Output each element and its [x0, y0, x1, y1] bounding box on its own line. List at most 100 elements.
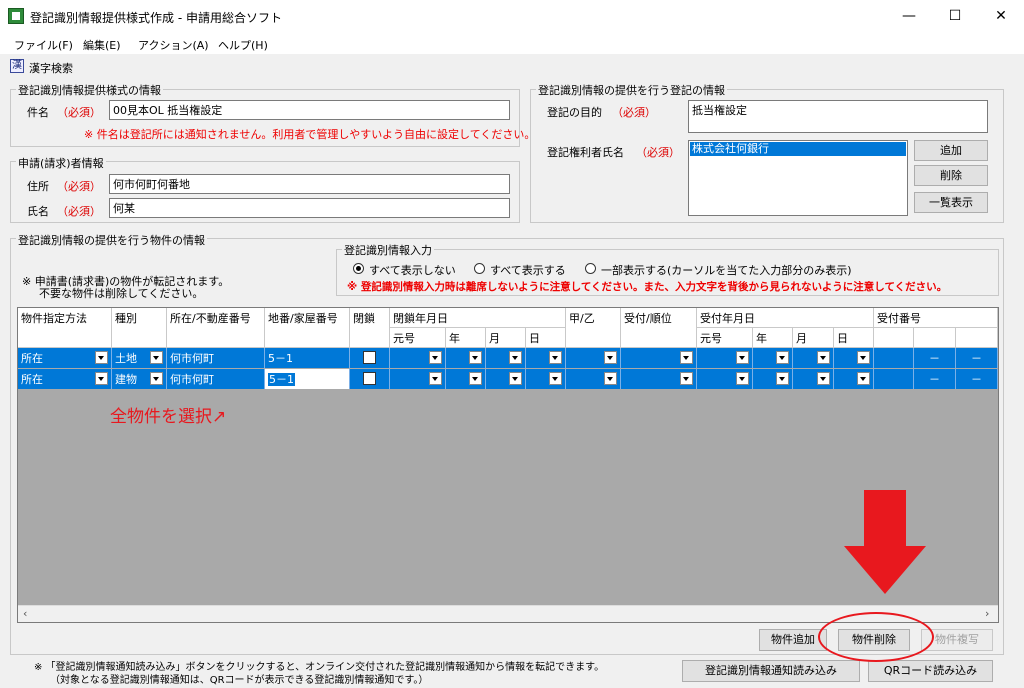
- row2-location[interactable]: 何市何町: [167, 369, 265, 389]
- input-options-title: 登記識別情報入力: [342, 242, 434, 258]
- radio-all-hide-label[interactable]: すべて表示しない: [369, 262, 456, 278]
- red-highlight-circle: [818, 612, 934, 662]
- row2-r-era-dropdown-icon[interactable]: [736, 372, 749, 385]
- row2-r-year-dropdown-icon[interactable]: [776, 372, 789, 385]
- col-receipt-date-header[interactable]: 受付年月日: [697, 308, 874, 328]
- col-lot-header[interactable]: 地番/家屋番号: [265, 308, 350, 348]
- footer-note-2: （対象となる登記識別情報通知は、QRコードが表示できる登記識別情報通知です。）: [50, 675, 429, 686]
- col-era-header[interactable]: 元号: [390, 328, 446, 348]
- col-closed-date-header[interactable]: 閉鎖年月日: [390, 308, 566, 328]
- row2-month-dropdown-icon[interactable]: [509, 372, 522, 385]
- row2-receipt-no-3[interactable]: －: [956, 369, 998, 389]
- col-kou-otsu-header[interactable]: 甲/乙: [566, 308, 621, 348]
- col-receipt-no-sub-3: [956, 328, 998, 348]
- menu-edit[interactable]: 編集(E): [83, 37, 121, 53]
- subject-field[interactable]: 00見本OL 抵当権設定: [109, 100, 510, 120]
- name-label: 氏名: [27, 205, 49, 218]
- row2-receipt-no-1[interactable]: [874, 369, 914, 389]
- row1-receipt-no-1[interactable]: [874, 348, 914, 368]
- row2-r-month-dropdown-icon[interactable]: [817, 372, 830, 385]
- add-property-button[interactable]: 物件追加: [759, 629, 827, 651]
- row1-r-month-dropdown-icon[interactable]: [817, 351, 830, 364]
- row1-era-dropdown-icon[interactable]: [429, 351, 442, 364]
- row1-lot[interactable]: 5－1: [265, 348, 350, 368]
- col-type-header[interactable]: 種別: [112, 308, 167, 348]
- holder-list[interactable]: 株式会社何銀行: [688, 140, 908, 216]
- holder-list-item[interactable]: 株式会社何銀行: [690, 142, 906, 156]
- row2-order-dropdown-icon[interactable]: [680, 372, 693, 385]
- row1-method-dropdown-icon[interactable]: [95, 351, 108, 364]
- holder-delete-button[interactable]: 削除: [914, 165, 988, 186]
- row1-order-dropdown-icon[interactable]: [680, 351, 693, 364]
- col-location-header[interactable]: 所在/不動産番号: [167, 308, 265, 348]
- row1-receipt-no-2[interactable]: －: [914, 348, 956, 368]
- read-notice-button[interactable]: 登記識別情報通知読み込み: [682, 660, 860, 682]
- radio-partial[interactable]: [585, 263, 596, 274]
- row2-receipt-no-2[interactable]: －: [914, 369, 956, 389]
- row1-closed-checkbox[interactable]: [363, 351, 376, 364]
- address-field[interactable]: 何市何町何番地: [109, 174, 510, 194]
- close-button[interactable]: ✕: [978, 0, 1024, 32]
- row1-receipt-no-3[interactable]: －: [956, 348, 998, 368]
- property-note-2: 不要な物件は削除してください。: [39, 287, 204, 300]
- row2-lot-text[interactable]: 5－1: [268, 373, 295, 386]
- row1-type-dropdown-icon[interactable]: [150, 351, 163, 364]
- table-row[interactable]: 所在 建物 何市何町 5－1 － －: [18, 369, 998, 389]
- property-title: 登記識別情報の提供を行う物件の情報: [16, 232, 207, 248]
- menu-file[interactable]: ファイル(F): [14, 37, 73, 53]
- kanji-search-icon[interactable]: 漢: [10, 59, 24, 73]
- row2-r-day-dropdown-icon[interactable]: [857, 372, 870, 385]
- name-field[interactable]: 何某: [109, 198, 510, 218]
- row2-lot-editing[interactable]: 5－1: [265, 369, 350, 389]
- row2-kou-otsu-dropdown-icon[interactable]: [604, 372, 617, 385]
- row1-year-dropdown-icon[interactable]: [469, 351, 482, 364]
- holder-add-button[interactable]: 追加: [914, 140, 988, 161]
- table-row[interactable]: 所在 土地 何市何町 5－1 － －: [18, 348, 998, 368]
- row2-closed-checkbox[interactable]: [363, 372, 376, 385]
- menu-help[interactable]: ヘルプ(H): [218, 37, 268, 53]
- row2-method-dropdown-icon[interactable]: [95, 372, 108, 385]
- row2-year-dropdown-icon[interactable]: [469, 372, 482, 385]
- subject-note: ※ 件名は登記所には通知されません。利用者で管理しやすいよう自由に設定してくださ…: [84, 128, 536, 141]
- row1-kou-otsu-dropdown-icon[interactable]: [604, 351, 617, 364]
- row1-day-dropdown-icon[interactable]: [549, 351, 562, 364]
- menu-action[interactable]: アクション(A): [138, 37, 209, 53]
- col-closed-header[interactable]: 閉鎖: [350, 308, 390, 348]
- col-r-era-header[interactable]: 元号: [697, 328, 753, 348]
- radio-partial-label[interactable]: 一部表示する(カーソルを当てた入力部分のみ表示): [601, 262, 852, 278]
- radio-all-show-label[interactable]: すべて表示する: [490, 262, 566, 278]
- row1-r-day-dropdown-icon[interactable]: [857, 351, 870, 364]
- form-info-title: 登記識別情報提供様式の情報: [16, 82, 163, 98]
- registration-title: 登記識別情報の提供を行う登記の情報: [536, 82, 727, 98]
- row2-day-dropdown-icon[interactable]: [549, 372, 562, 385]
- row2-type-dropdown-icon[interactable]: [150, 372, 163, 385]
- input-warning: ※ 登記識別情報入力時は離席しないように注意してください。また、入力文字を背後か…: [347, 281, 948, 293]
- kanji-search-button[interactable]: 漢字検索: [29, 60, 73, 76]
- scroll-left-icon[interactable]: ‹: [23, 607, 27, 620]
- purpose-required: （必須）: [612, 106, 656, 119]
- red-arrow-down-icon: [844, 546, 926, 594]
- row2-era-dropdown-icon[interactable]: [429, 372, 442, 385]
- read-qr-button[interactable]: QRコード読み込み: [868, 660, 993, 682]
- holder-list-button[interactable]: 一覧表示: [914, 192, 988, 213]
- scroll-right-icon[interactable]: ›: [985, 607, 989, 620]
- row1-r-year-dropdown-icon[interactable]: [776, 351, 789, 364]
- maximize-button[interactable]: ☐: [932, 0, 978, 32]
- col-method-header[interactable]: 物件指定方法: [18, 308, 112, 348]
- col-month-header[interactable]: 月: [486, 328, 526, 348]
- radio-all-hide[interactable]: [353, 263, 364, 274]
- col-r-day-header[interactable]: 日: [834, 328, 874, 348]
- col-day-header[interactable]: 日: [526, 328, 566, 348]
- minimize-button[interactable]: —: [886, 0, 932, 32]
- row1-location[interactable]: 何市何町: [167, 348, 265, 368]
- row1-month-dropdown-icon[interactable]: [509, 351, 522, 364]
- col-r-year-header[interactable]: 年: [753, 328, 793, 348]
- col-r-month-header[interactable]: 月: [793, 328, 834, 348]
- purpose-field[interactable]: 抵当権設定: [688, 100, 988, 133]
- col-year-header[interactable]: 年: [446, 328, 486, 348]
- row1-r-era-dropdown-icon[interactable]: [736, 351, 749, 364]
- radio-all-show[interactable]: [474, 263, 485, 274]
- subject-label: 件名: [27, 106, 49, 119]
- col-order-header[interactable]: 受付/順位: [621, 308, 697, 348]
- col-receipt-no-header[interactable]: 受付番号: [874, 308, 998, 328]
